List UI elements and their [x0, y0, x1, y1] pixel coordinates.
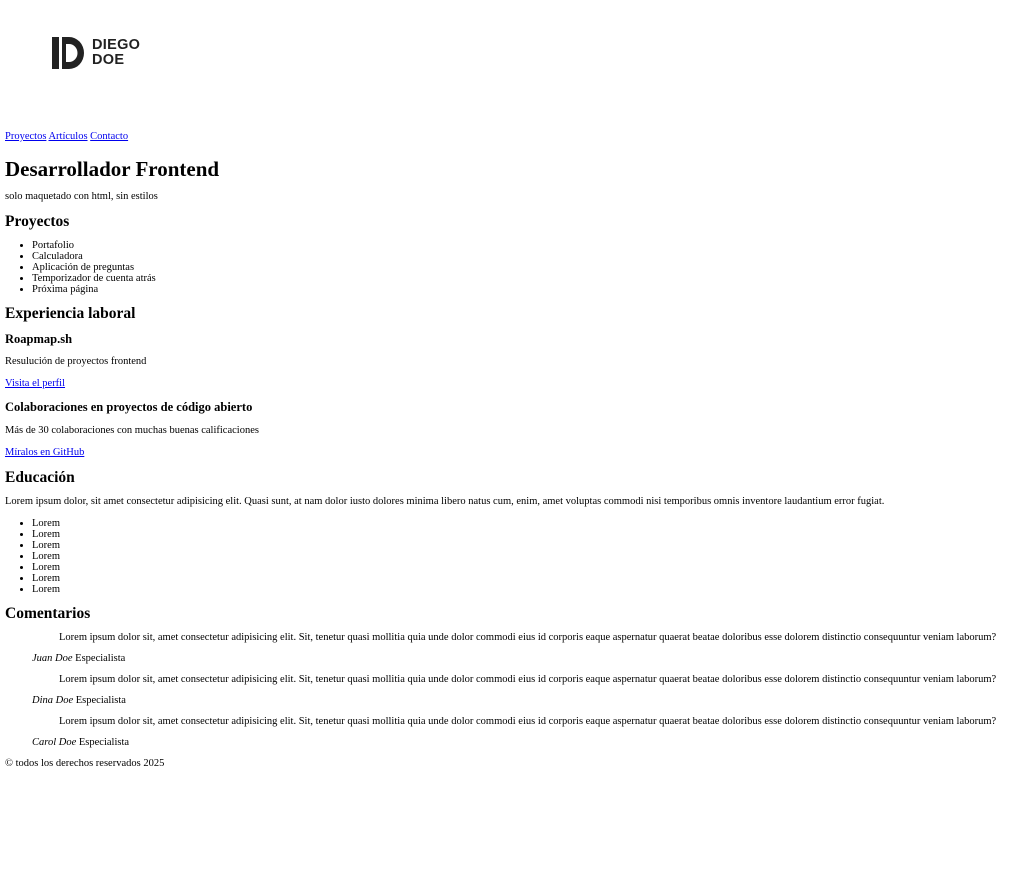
- projects-list: Portafolio Calculadora Aplicación de pre…: [5, 240, 1023, 295]
- comment-author-role: Especialista: [75, 652, 126, 664]
- experience-description: Resulución de proyectos frontend: [5, 356, 147, 368]
- education-item: Lorem: [32, 584, 1023, 595]
- comment-author: Carol Doe Especialista: [32, 737, 1023, 749]
- comment-author-name: Juan Doe: [32, 652, 73, 664]
- education-item: Lorem: [32, 573, 1023, 584]
- education-item: Lorem: [32, 518, 1023, 529]
- nav-link-contacto[interactable]: Contacto: [90, 131, 128, 142]
- comments-heading: Comentarios: [5, 604, 91, 622]
- logo-text: DIEGO DOE: [92, 38, 140, 68]
- project-item: Portafolio: [32, 240, 1023, 251]
- nav-link-proyectos[interactable]: Proyectos: [5, 131, 46, 142]
- comment-quote: Lorem ipsum dolor sit, amet consectetur …: [59, 631, 997, 643]
- project-item: Temporizador de cuenta atrás: [32, 273, 1023, 284]
- project-item: Calculadora: [32, 251, 1023, 262]
- comment-author: Dina Doe Especialista: [32, 695, 1023, 707]
- logo-line-1: DIEGO: [92, 37, 141, 53]
- comment-author-role: Especialista: [75, 694, 126, 706]
- main-nav: Proyectos Artículos Contacto: [5, 131, 128, 143]
- logo-mark-icon: [52, 37, 84, 69]
- logo[interactable]: DIEGO DOE: [52, 37, 140, 69]
- education-heading: Educación: [5, 468, 75, 486]
- comment-author-name: Carol Doe: [32, 736, 77, 748]
- main-content: Desarrollador Frontend solo maquetado co…: [5, 157, 1023, 770]
- comment-author-name: Dina Doe: [32, 694, 74, 706]
- education-list: Lorem Lorem Lorem Lorem Lorem Lorem Lore…: [5, 518, 1023, 595]
- github-link[interactable]: Míralos en GitHub: [5, 447, 84, 458]
- experience-description: Más de 30 colaboraciones con muchas buen…: [5, 424, 259, 436]
- education-item: Lorem: [32, 529, 1023, 540]
- project-item: Próxima página: [32, 284, 1023, 295]
- footer-text: © todos los derechos reservados 2025: [5, 757, 165, 769]
- project-item: Aplicación de preguntas: [32, 262, 1023, 273]
- comment-quote: Lorem ipsum dolor sit, amet consectetur …: [59, 715, 997, 727]
- education-item: Lorem: [32, 540, 1023, 551]
- page-title: Desarrollador Frontend: [5, 157, 220, 181]
- experience-heading: Experiencia laboral: [5, 305, 136, 323]
- comment-quote: Lorem ipsum dolor sit, amet consectetur …: [59, 673, 997, 685]
- profile-link[interactable]: Visita el perfil: [5, 378, 65, 389]
- experience-title: Colaboraciones en proyectos de código ab…: [5, 400, 253, 415]
- projects-heading: Proyectos: [5, 213, 70, 231]
- education-item: Lorem: [32, 562, 1023, 573]
- experience-title: Roapmap.sh: [5, 331, 73, 346]
- comment-author-role: Especialista: [78, 736, 130, 748]
- comment-author: Juan Doe Especialista: [32, 653, 1023, 665]
- education-item: Lorem: [32, 551, 1023, 562]
- nav-link-articulos[interactable]: Artículos: [48, 131, 87, 142]
- logo-line-2: DOE: [92, 52, 125, 68]
- page-subtitle: solo maquetado con html, sin estilos: [5, 191, 158, 203]
- education-text: Lorem ipsum dolor, sit amet consectetur …: [5, 495, 885, 507]
- footer: © todos los derechos reservados 2025: [5, 758, 1023, 770]
